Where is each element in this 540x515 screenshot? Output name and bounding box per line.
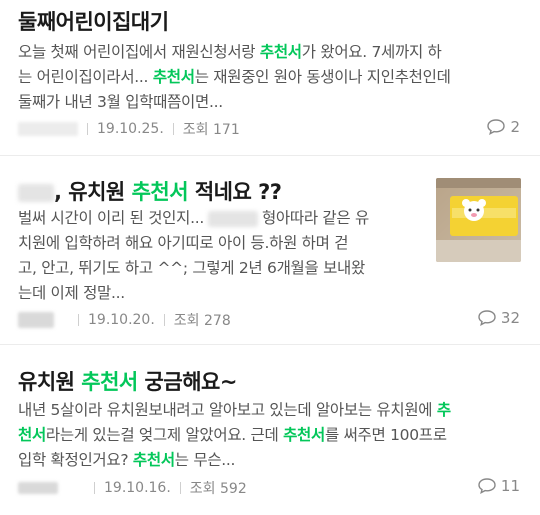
post-date: 19.10.20. — [88, 312, 155, 328]
divider — [0, 155, 540, 156]
post-title[interactable]: , 유치원 추천서 적네요 ?? — [18, 176, 282, 206]
author-name[interactable] — [18, 122, 78, 136]
post-meta: 19.10.25. 조회 171 — [18, 119, 240, 139]
post-title[interactable]: 둘째어린이집대기 — [18, 6, 169, 36]
post-thumbnail[interactable] — [436, 178, 521, 262]
meta-separator — [87, 123, 88, 135]
post-item-3[interactable]: 유치원 추천서 궁금해요~ 내년 5살이라 유치원보내려고 알아보고 있는데 알… — [0, 348, 540, 515]
meta-separator — [163, 314, 165, 326]
blurred-text — [18, 184, 54, 202]
divider — [0, 344, 540, 345]
post-date: 19.10.25. — [97, 121, 164, 137]
post-title[interactable]: 유치원 추천서 궁금해요~ — [18, 366, 237, 396]
meta-separator — [172, 123, 174, 135]
speech-bubble-icon — [478, 478, 496, 494]
meta-separator — [179, 482, 181, 494]
comment-count-value: 2 — [510, 118, 520, 136]
post-item-1[interactable]: 둘째어린이집대기 오늘 첫째 어린이집에서 재원신청서랑 추천서가 왔어요. 7… — [0, 0, 540, 150]
speech-bubble-icon — [487, 119, 506, 135]
post-meta: 19.10.16. 조회 592 — [18, 478, 247, 498]
meta-separator — [78, 314, 79, 326]
post-meta: 19.10.20. 조회 278 — [18, 310, 231, 330]
comment-count[interactable]: 32 — [477, 309, 520, 327]
post-views: 조회 278 — [173, 313, 231, 329]
comment-count[interactable]: 2 — [486, 118, 520, 136]
comment-count-value: 32 — [500, 309, 520, 327]
blurred-text — [207, 210, 258, 227]
post-views: 조회 592 — [189, 481, 247, 497]
author-name[interactable] — [18, 312, 54, 328]
post-views: 조회 171 — [182, 122, 240, 138]
post-date: 19.10.16. — [104, 480, 171, 496]
post-snippet: 오늘 첫째 어린이집에서 재원신청서랑 추천서가 왔어요. 7세까지 하 는 어… — [18, 43, 451, 111]
comment-count[interactable]: 11 — [477, 477, 520, 495]
comment-count-value: 11 — [500, 477, 520, 495]
author-name[interactable] — [18, 482, 58, 494]
post-snippet: 내년 5살이라 유치원보내려고 알아보고 있는데 알아보는 유치원에 추 천서라… — [18, 401, 451, 469]
speech-bubble-icon — [478, 310, 496, 326]
meta-separator — [94, 482, 95, 494]
post-snippet: 벌써 시간이 이리 된 것인지... 형아따라 같은 유 치원에 입학하려 해요 … — [18, 209, 369, 302]
